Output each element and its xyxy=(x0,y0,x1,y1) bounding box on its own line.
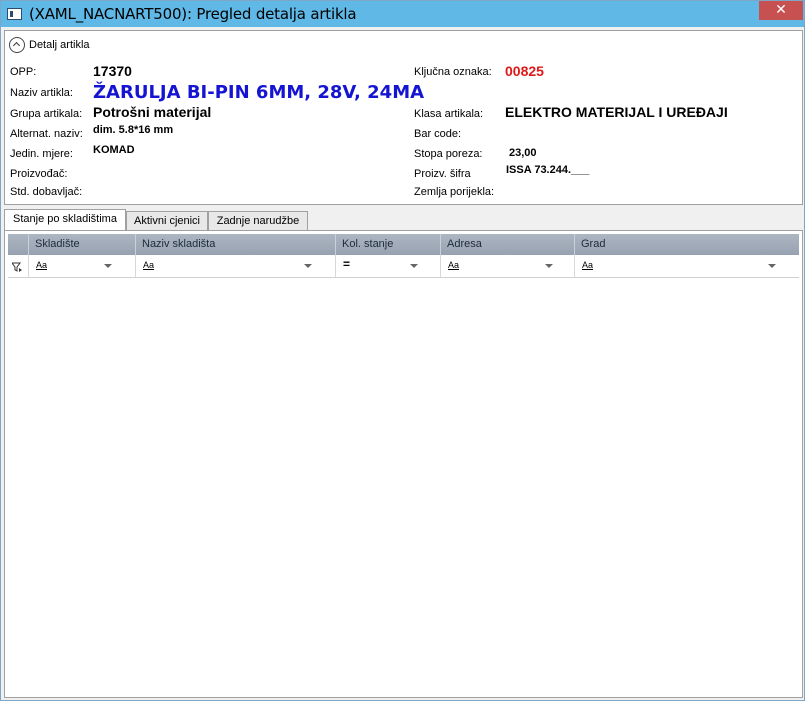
opp-label: OPP: xyxy=(10,66,37,78)
supplier-label: Std. dobavljač: xyxy=(10,186,83,198)
filter-operator-text: Aa xyxy=(143,260,155,270)
item-group-label: Grupa artikala: xyxy=(10,108,83,120)
filter-operator-equals: = xyxy=(343,257,351,271)
manufacturer-code-label: Proizv. šifra xyxy=(414,168,471,180)
tab-stock-by-warehouse[interactable]: Stanje po skladištima xyxy=(4,209,126,232)
chevron-down-icon[interactable] xyxy=(304,264,312,268)
filter-warehouse-name[interactable]: Aa xyxy=(135,255,335,277)
manufacturer-label: Proizvođač: xyxy=(10,168,68,180)
window-icon xyxy=(7,8,22,20)
item-name-value: ŽARULJA BI-PIN 6MM, 28V, 24MA xyxy=(93,82,425,103)
stock-grid: Skladište Naziv skladišta Kol. stanje Ad… xyxy=(4,230,803,698)
tab-last-orders[interactable]: Zadnje narudžbe xyxy=(208,211,308,230)
filter-operator-text: Aa xyxy=(582,260,594,270)
filter-icon[interactable] xyxy=(12,262,22,272)
chevron-down-icon[interactable] xyxy=(545,264,553,268)
item-detail-panel: Detalj artikla OPP: 17370 Naziv artikla:… xyxy=(4,30,803,205)
tax-rate-label: Stopa poreza: xyxy=(414,148,483,160)
column-header-city[interactable]: Grad xyxy=(574,234,799,255)
origin-country-label: Zemlja porijekla: xyxy=(414,186,495,198)
item-group-value: Potrošni materijal xyxy=(93,104,212,120)
column-header-address[interactable]: Adresa xyxy=(440,234,574,255)
grid-filter-row: Aa Aa = Aa Aa xyxy=(8,255,799,278)
title-bar[interactable]: (XAML_NACNART500): Pregled detalja artik… xyxy=(1,1,804,27)
item-class-value: ELEKTRO MATERIJAL I UREĐAJI xyxy=(505,104,728,120)
key-code-label: Ključna oznaka: xyxy=(414,66,492,78)
tab-strip: Stanje po skladištima Aktivni cjenici Za… xyxy=(4,209,801,232)
chevron-down-icon[interactable] xyxy=(768,264,776,268)
filter-operator-text: Aa xyxy=(448,260,460,270)
item-class-label: Klasa artikala: xyxy=(414,108,484,120)
filter-city[interactable]: Aa xyxy=(574,255,799,277)
bar-code-label: Bar code: xyxy=(414,128,462,140)
column-header-quantity[interactable]: Kol. stanje xyxy=(335,234,440,255)
filter-warehouse[interactable]: Aa xyxy=(28,255,135,277)
opp-value: 17370 xyxy=(93,63,132,79)
window: (XAML_NACNART500): Pregled detalja artik… xyxy=(0,0,805,701)
manufacturer-code-value: ISSA 73.244.___ xyxy=(506,164,590,176)
window-title: (XAML_NACNART500): Pregled detalja artik… xyxy=(29,5,357,23)
chevron-down-icon[interactable] xyxy=(104,264,112,268)
unit-value: KOMAD xyxy=(93,144,135,156)
alt-name-label: Alternat. naziv: xyxy=(10,128,83,140)
column-header-warehouse-name[interactable]: Naziv skladišta xyxy=(135,234,335,255)
alt-name-value: dim. 5.8*16 mm xyxy=(93,124,174,136)
filter-address[interactable]: Aa xyxy=(440,255,574,277)
unit-label: Jedin. mjere: xyxy=(10,148,73,160)
filter-quantity[interactable]: = xyxy=(335,255,440,277)
collapse-chevron-icon[interactable] xyxy=(9,37,25,53)
key-code-value: 00825 xyxy=(505,63,544,79)
filter-operator-text: Aa xyxy=(36,260,48,270)
item-name-label: Naziv artikla: xyxy=(10,87,73,99)
column-header-warehouse[interactable]: Skladište xyxy=(28,234,135,255)
tax-rate-value: 23,00 xyxy=(509,147,537,159)
grid-header-row: Skladište Naziv skladišta Kol. stanje Ad… xyxy=(8,234,799,255)
chevron-down-icon[interactable] xyxy=(410,264,418,268)
row-indicator-header xyxy=(8,234,28,255)
panel-title: Detalj artikla xyxy=(29,39,90,51)
close-button[interactable]: ✕ xyxy=(759,1,803,20)
tab-active-price-lists[interactable]: Aktivni cjenici xyxy=(126,211,208,230)
